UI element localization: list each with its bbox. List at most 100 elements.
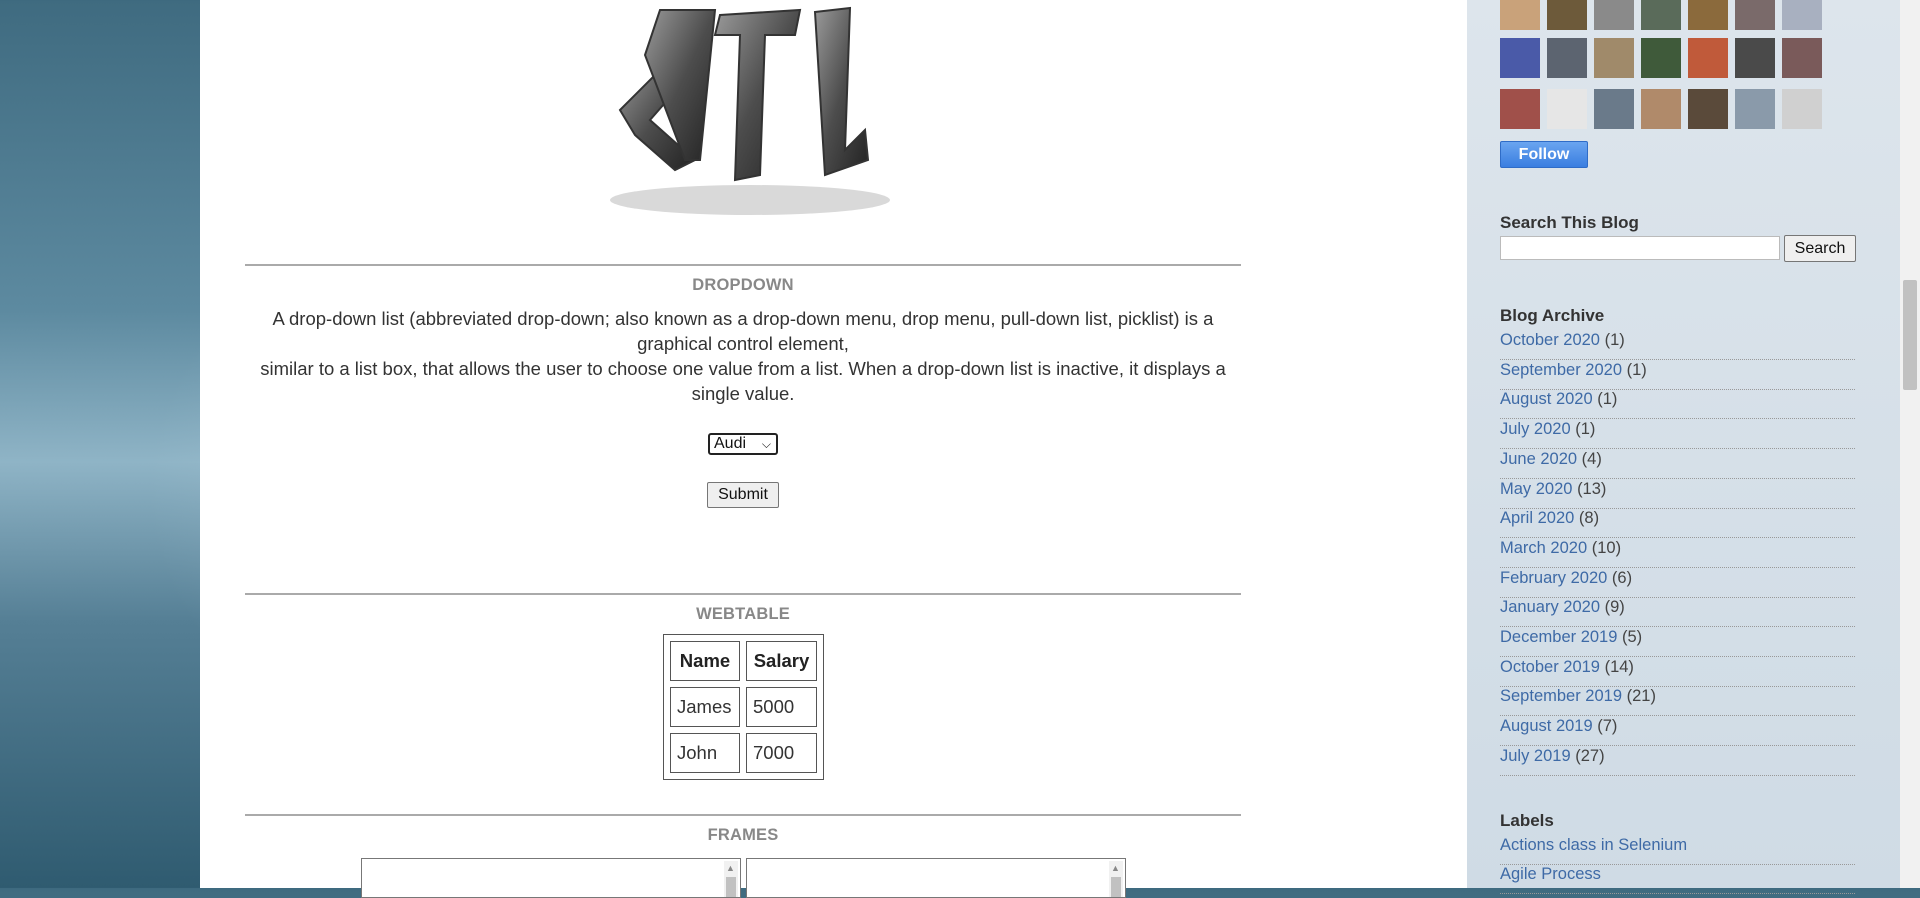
archive-link[interactable]: August 2019: [1500, 717, 1593, 735]
archive-count: (27): [1575, 746, 1605, 765]
dropdown-description-4: single value.: [691, 383, 795, 404]
scrollbar[interactable]: ▲: [1109, 861, 1123, 897]
archive-item: September 2020 (1): [1500, 361, 1855, 390]
avatar[interactable]: [1735, 38, 1775, 78]
archive-link[interactable]: September 2020: [1500, 361, 1622, 379]
table-cell-salary: 7000: [746, 733, 817, 773]
archive-item: October 2019 (14): [1500, 658, 1855, 687]
archive-link[interactable]: August 2020: [1500, 390, 1593, 408]
archive-count: (9): [1604, 598, 1625, 617]
iframe-left[interactable]: ▲: [361, 858, 741, 898]
iframe-right[interactable]: ▲: [746, 858, 1126, 898]
archive-count: (10): [1591, 538, 1622, 557]
select-value: Audi: [714, 435, 747, 452]
divider: [245, 593, 1241, 595]
avatar[interactable]: [1782, 0, 1822, 30]
search-button[interactable]: Search: [1784, 235, 1856, 262]
archive-count: (1): [1575, 420, 1596, 439]
main-column: DROPDOWN A drop-down list (abbreviated d…: [245, 0, 1241, 898]
archive-item: July 2020 (1): [1500, 420, 1855, 450]
scrollbar[interactable]: ▲: [724, 861, 738, 897]
avatar[interactable]: [1688, 89, 1728, 129]
archive-item: July 2019 (27): [1500, 747, 1855, 776]
dropdown-description-3: similar to a list box, that allows the u…: [260, 358, 1226, 379]
avatar[interactable]: [1594, 38, 1634, 78]
archive-count: (21): [1626, 687, 1656, 706]
avatar[interactable]: [1782, 89, 1822, 129]
avatar[interactable]: [1688, 38, 1728, 78]
archive-item: March 2020 (10): [1500, 539, 1855, 568]
frames-title: FRAMES: [707, 826, 779, 844]
search-widget-title: Search This Blog: [1500, 213, 1639, 232]
webtable-title: WEBTABLE: [696, 605, 790, 623]
archive-item: January 2020 (9): [1500, 598, 1855, 628]
scroll-up-icon[interactable]: ▲: [726, 863, 735, 873]
blog-container: DROPDOWN A drop-down list (abbreviated d…: [200, 0, 1900, 898]
avatar[interactable]: [1735, 0, 1775, 30]
page-scrollbar[interactable]: [1900, 0, 1920, 888]
archive-item: June 2020 (4): [1500, 450, 1855, 479]
archive-count: (7): [1597, 717, 1618, 736]
table-header-name: Name: [670, 641, 740, 681]
avatar[interactable]: [1688, 0, 1728, 30]
archive-link[interactable]: January 2020: [1500, 598, 1600, 616]
archive-link[interactable]: December 2019: [1500, 628, 1617, 646]
avatar[interactable]: [1641, 89, 1681, 129]
archive-count: (1): [1626, 360, 1647, 379]
archive-item: August 2020 (1): [1500, 390, 1855, 420]
archive-item: October 2020 (1): [1500, 331, 1855, 360]
archive-link[interactable]: April 2020: [1500, 509, 1574, 527]
archive-item: August 2019 (7): [1500, 717, 1855, 747]
archive-count: (14): [1604, 657, 1634, 676]
submit-button[interactable]: Submit: [707, 482, 779, 508]
archive-item: December 2019 (5): [1500, 628, 1855, 657]
follow-button[interactable]: Follow: [1500, 141, 1588, 168]
table-header-salary: Salary: [746, 641, 817, 681]
avatar[interactable]: [1547, 0, 1587, 30]
label-link[interactable]: Actions class in Selenium: [1500, 836, 1855, 865]
avatar[interactable]: [1547, 38, 1587, 78]
archive-link[interactable]: March 2020: [1500, 539, 1587, 557]
avatar[interactable]: [1641, 0, 1681, 30]
car-select[interactable]: Audi ⌵: [708, 433, 778, 455]
avatar[interactable]: [1500, 38, 1540, 78]
web-table: Name Salary James 5000 John 7000: [663, 634, 824, 780]
archive-count: (6): [1611, 568, 1633, 587]
archive-link[interactable]: July 2020: [1500, 420, 1571, 438]
divider: [245, 814, 1241, 816]
archive-count: (4): [1581, 449, 1602, 468]
chevron-down-icon: ⌵: [761, 437, 771, 451]
table-cell-name: John: [670, 733, 740, 773]
scroll-thumb[interactable]: [1903, 280, 1917, 390]
avatar[interactable]: [1641, 38, 1681, 78]
archive-link[interactable]: September 2019: [1500, 687, 1622, 705]
archive-count: (5): [1622, 628, 1643, 646]
avatar[interactable]: [1547, 89, 1587, 129]
archive-link[interactable]: February 2020: [1500, 569, 1607, 587]
archive-link[interactable]: May 2020: [1500, 480, 1572, 498]
divider: [245, 264, 1241, 266]
label-link[interactable]: Agile Process: [1500, 865, 1855, 894]
archive-count: (8): [1578, 509, 1600, 528]
archive-link[interactable]: October 2019: [1500, 658, 1600, 676]
avatar[interactable]: [1735, 89, 1775, 129]
blog-logo: [610, 6, 890, 215]
avatar[interactable]: [1594, 89, 1634, 129]
dropdown-description-2: graphical control element,: [637, 333, 849, 354]
avatar[interactable]: [1782, 38, 1822, 78]
archive-title: Blog Archive: [1500, 306, 1605, 325]
scroll-up-icon[interactable]: ▲: [1111, 863, 1120, 873]
scroll-thumb[interactable]: [726, 877, 736, 897]
archive-count: (1): [1597, 390, 1618, 409]
table-cell-name: James: [670, 687, 740, 727]
archive-link[interactable]: July 2019: [1500, 747, 1571, 765]
archive-link[interactable]: October 2020: [1500, 331, 1600, 349]
avatar[interactable]: [1500, 89, 1540, 129]
archive-link[interactable]: June 2020: [1500, 450, 1577, 468]
avatar[interactable]: [1500, 0, 1540, 30]
search-input[interactable]: [1500, 236, 1780, 260]
scroll-thumb[interactable]: [1111, 877, 1121, 897]
avatar[interactable]: [1594, 0, 1634, 30]
archive-item: May 2020 (13): [1500, 480, 1855, 509]
labels-title: Labels: [1500, 811, 1554, 830]
